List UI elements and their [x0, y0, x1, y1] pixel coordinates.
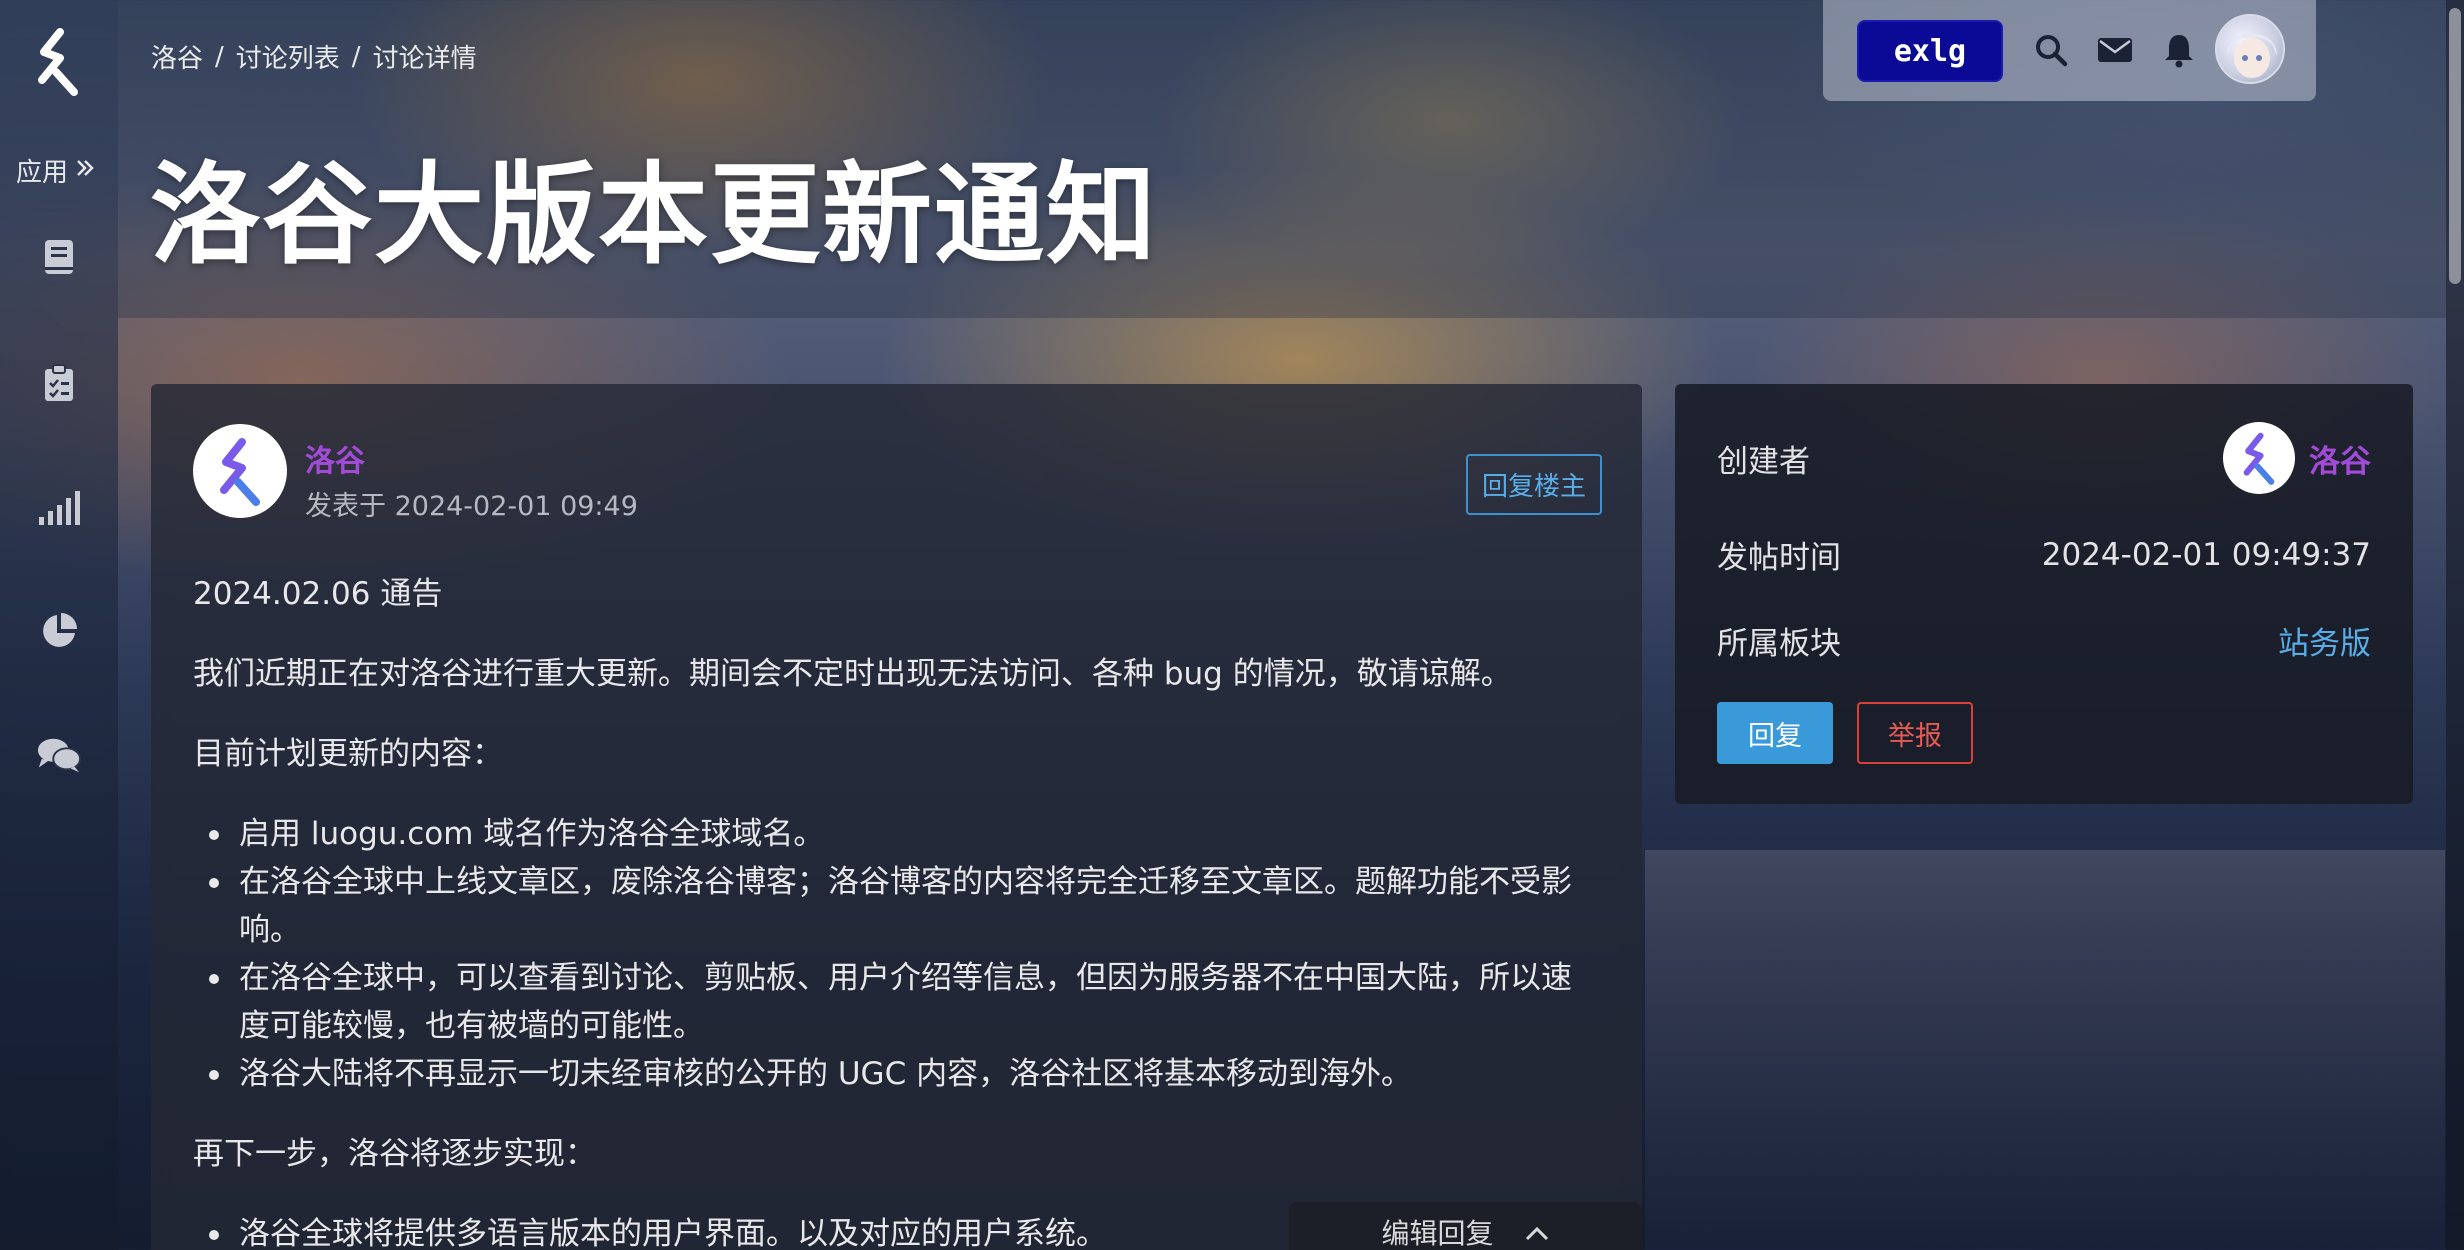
user-toolbar: exlg	[1823, 0, 2316, 101]
list-item: 在洛谷全球中上线文章区，废除洛谷博客；洛谷博客的内容将完全迁移至文章区。题解功能…	[209, 858, 1593, 954]
board-row: 所属板块 站务版	[1717, 618, 2371, 663]
bell-icon[interactable]	[2157, 28, 2201, 72]
breadcrumb: 洛谷 / 讨论列表 / 讨论详情	[151, 38, 477, 75]
author-avatar[interactable]	[193, 424, 287, 518]
creator-row: 创建者 洛谷	[1717, 422, 2371, 494]
time-label: 发帖时间	[1717, 540, 1841, 576]
next-title: 再下一步，洛谷将逐步实现：	[193, 1136, 596, 1172]
book-icon[interactable]	[36, 234, 82, 280]
luogu-logo[interactable]	[30, 28, 90, 98]
reply-button[interactable]: 回复	[1717, 702, 1833, 764]
plan-title: 目前计划更新的内容：	[193, 736, 503, 772]
post-time-row: 发帖时间 2024-02-01 09:49:37	[1717, 532, 2371, 577]
time-value: 2024-02-01 09:49:37	[2041, 536, 2371, 573]
plan-list: 启用 luogu.com 域名作为洛谷全球域名。 在洛谷全球中上线文章区，废除洛…	[193, 810, 1593, 1098]
post-intro: 我们近期正在对洛谷进行重大更新。期间会不定时出现无法访问、各种 bug 的情况，…	[193, 656, 1512, 692]
breadcrumb-discussion-list[interactable]: 讨论列表	[236, 38, 340, 75]
edit-reply-toggle[interactable]: 编辑回复	[1289, 1202, 1642, 1250]
author-name[interactable]: 洛谷	[305, 436, 365, 480]
report-button[interactable]: 举报	[1857, 702, 1973, 764]
chevron-up-icon	[1524, 1216, 1550, 1249]
creator-label: 创建者	[1717, 443, 1810, 480]
board-label: 所属板块	[1717, 626, 1841, 662]
board-link[interactable]: 站务版	[2278, 618, 2371, 663]
post-time: 发表于 2024-02-01 09:49	[305, 491, 638, 522]
list-item: 在洛谷全球中，可以查看到讨论、剪贴板、用户介绍等信息，但因为服务器不在中国大陆，…	[209, 954, 1593, 1050]
page-title: 洛谷大版本更新通知	[150, 151, 1158, 279]
pie-chart-icon[interactable]	[36, 608, 82, 654]
sidebar: 应用	[0, 0, 118, 1250]
reply-op-button[interactable]: 回复楼主	[1465, 454, 1602, 515]
list-item: 洛谷大陆将不再显示一切未经审核的公开的 UGC 内容，洛谷社区将基本移动到海外。	[209, 1050, 1593, 1098]
scrollbar[interactable]	[2446, 0, 2464, 1250]
post-content: 2024.02.06 通告 我们近期正在对洛谷进行重大更新。期间会不定时出现无法…	[193, 570, 1593, 1250]
creator-name[interactable]: 洛谷	[2309, 436, 2371, 481]
breadcrumb-separator: /	[215, 41, 224, 72]
breadcrumb-discussion-detail[interactable]: 讨论详情	[373, 38, 477, 75]
list-item: 启用 luogu.com 域名作为洛谷全球域名。	[209, 810, 1593, 858]
post-panel: 洛谷 发表于 2024-02-01 09:49 回复楼主 2024.02.06 …	[151, 384, 1642, 1250]
search-icon[interactable]	[2029, 28, 2073, 72]
chat-bubbles-icon[interactable]	[36, 732, 82, 778]
double-chevron-right-icon	[74, 156, 96, 186]
discussion-info-panel: 创建者 洛谷 发帖时间 2024-02-01 09:49:37 所属板块 站务版…	[1675, 384, 2413, 804]
background-scenery	[1645, 850, 2445, 1250]
clipboard-check-icon[interactable]	[36, 360, 82, 406]
apps-label: 应用	[16, 158, 69, 188]
scrollbar-thumb[interactable]	[2449, 8, 2461, 284]
mail-icon[interactable]	[2093, 28, 2137, 72]
exlg-button[interactable]: exlg	[1857, 20, 2003, 82]
breadcrumb-home[interactable]: 洛谷	[151, 38, 203, 75]
edit-reply-label: 编辑回复	[1381, 1217, 1494, 1250]
signal-bars-icon[interactable]	[36, 484, 82, 530]
creator-avatar[interactable]	[2223, 422, 2295, 494]
apps-toggle[interactable]: 应用	[16, 152, 96, 189]
post-heading: 2024.02.06 通告	[193, 576, 443, 612]
breadcrumb-separator: /	[351, 41, 361, 72]
creator[interactable]: 洛谷	[2223, 422, 2371, 494]
user-avatar[interactable]	[2215, 14, 2285, 84]
